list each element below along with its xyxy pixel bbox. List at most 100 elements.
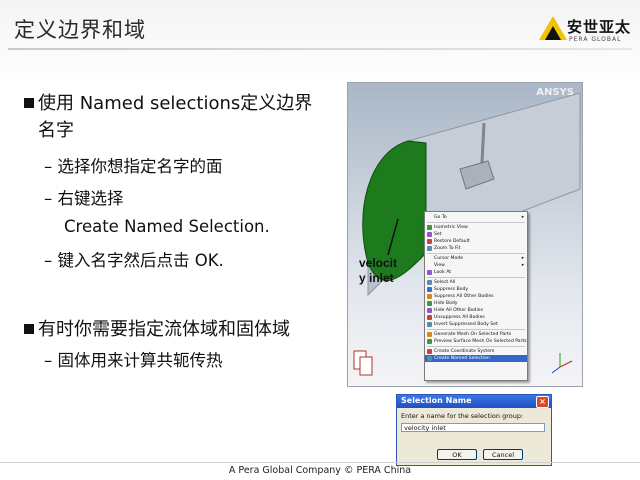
select-all-icon [427,280,432,285]
dash: – [44,351,53,370]
hide-body-icon [427,301,432,306]
sub-bullet-text: 键入名字然后点击 OK. [57,251,224,270]
close-icon[interactable]: × [536,396,549,408]
menu-item-label: Go To [434,215,447,220]
menu-item[interactable]: Hide Body [425,300,527,307]
logo-subtitle: PERA GLOBAL [569,36,622,43]
menu-item[interactable]: View ▸ [425,262,527,269]
sub-bullet-text: 右键选择 [57,189,124,208]
footer-divider [0,462,640,463]
menu-item[interactable]: Unsuppress All Bodies [425,314,527,321]
menu-item[interactable]: Zoom To Fit [425,245,527,252]
sub-bullet-2-1: – 固体用来计算共轭传热 [44,348,223,374]
menu-item[interactable]: Suppress Body [425,286,527,293]
velocity-label-line-1: velocit [359,256,398,270]
dash: – [44,157,53,176]
menu-item-label: Zoom To Fit [434,246,461,251]
bullet-square-icon [24,98,34,108]
menu-separator [427,277,525,278]
ok-button[interactable]: OK [437,449,477,460]
named-selection-icon [427,356,432,361]
menu-separator [427,329,525,330]
bullet-square-icon [24,324,34,334]
velocity-inlet-label: velocit y inlet [359,256,397,286]
menu-separator [427,222,525,223]
menu-item-label: Cursor Mode [434,256,464,261]
menu-item[interactable]: Create Named Selection [425,355,527,362]
menu-item[interactable]: Restore Default [425,238,527,245]
invert-suppressed-icon [427,322,432,327]
menu-item-label: Invert Suppressed Body Set [434,322,498,327]
suppress-others-icon [427,294,432,299]
menu-item-label: Restore Default [434,239,470,244]
preview-mesh-icon [427,339,432,344]
menu-item[interactable]: Select All [425,279,527,286]
zoom-to-fit-icon [427,246,432,251]
hide-others-icon [427,308,432,313]
submenu-arrow-icon: ▸ [521,215,524,220]
menu-item[interactable]: Invert Suppressed Body Set [425,321,527,328]
bullet-1-continued: 名字 [38,117,74,144]
menu-item-label: Create Coordinate System [434,349,495,354]
menu-item-label: Isometric View [434,225,468,230]
sub-bullet-text: 选择你想指定名字的面 [57,157,223,176]
menu-item-label: Hide All Other Bodies [434,308,483,313]
menu-item-label: Suppress Body [434,287,469,292]
unsuppress-all-icon [427,315,432,320]
set-icon [427,232,432,237]
menu-item[interactable]: Go To ▸ [425,214,527,221]
menu-item[interactable]: Suppress All Other Bodies [425,293,527,300]
menu-item[interactable]: Cursor Mode ▸ [425,255,527,262]
bullet-1-line-2: 名字 [38,120,74,141]
sub-bullet-1-2-continued: Create Named Selection. [64,214,270,240]
coordinate-system-icon [427,349,432,354]
menu-separator [427,253,525,254]
velocity-label-line-2: y inlet [359,271,394,285]
menu-item-label: Look At [434,270,452,275]
dialog-title: Selection Name [401,396,472,405]
selection-name-input[interactable]: velocity inlet [401,423,545,432]
menu-item-label: Preview Surface Mesh On Selected Parts [434,339,527,344]
menu-item-label: Select All [434,280,456,285]
menu-item-label: Unsuppress All Bodies [434,315,485,320]
bullet-1-line-1: 使用 Named selections定义边界 [38,93,313,114]
menu-separator [427,346,525,347]
logo-text: 安世亚太 [567,18,632,36]
submenu-arrow-icon: ▸ [521,263,524,268]
menu-item-label: Set [434,232,442,237]
bullet-1: 使用 Named selections定义边界 [24,90,312,117]
menu-item[interactable]: Isometric View [425,224,527,231]
slide-title: 定义边界和域 [14,18,146,42]
menu-item[interactable]: Hide All Other Bodies [425,307,527,314]
submenu-arrow-icon: ▸ [521,256,524,261]
context-menu: Go To ▸ Isometric View Set Restore Default Zo… [424,211,528,381]
sub-bullet-1-1: – 选择你想指定名字的面 [44,154,223,180]
dialog-prompt: Enter a name for the selection group: [401,412,524,420]
sub-bullet-text: 固体用来计算共轭传热 [57,351,223,370]
dash: – [44,251,53,270]
isometric-view-icon [427,225,432,230]
restore-default-icon [427,239,432,244]
menu-item[interactable]: Create Coordinate System [425,348,527,355]
dialog-titlebar[interactable]: Selection Name × [397,395,551,408]
menu-item-label: Generate Mesh On Selected Parts [434,332,512,337]
menu-item-label: Hide Body [434,301,458,306]
cancel-button[interactable]: Cancel [483,449,523,460]
sub-bullet-1-3: – 键入名字然后点击 OK. [44,248,224,274]
sub-bullet-1-2: – 右键选择 [44,186,124,212]
ansys-brand: ANSYS [536,87,574,98]
menu-item[interactable]: Generate Mesh On Selected Parts [425,331,527,338]
menu-item-label: View [434,263,445,268]
menu-item-label: Create Named Selection [434,356,490,361]
selection-name-dialog: Selection Name × Enter a name for the se… [396,394,552,466]
menu-item-label: Suppress All Other Bodies [434,294,494,299]
menu-item[interactable]: Preview Surface Mesh On Selected Parts [425,338,527,345]
menu-item[interactable]: Look At [425,269,527,276]
bullet-2: 有时你需要指定流体域和固体域 [24,316,290,343]
suppress-body-icon [427,287,432,292]
menu-item[interactable]: Set [425,231,527,238]
dash: – [44,189,53,208]
sub-bullet-text: Create Named Selection. [64,217,270,236]
bullet-2-line-1: 有时你需要指定流体域和固体域 [38,319,290,340]
generate-mesh-icon [427,332,432,337]
